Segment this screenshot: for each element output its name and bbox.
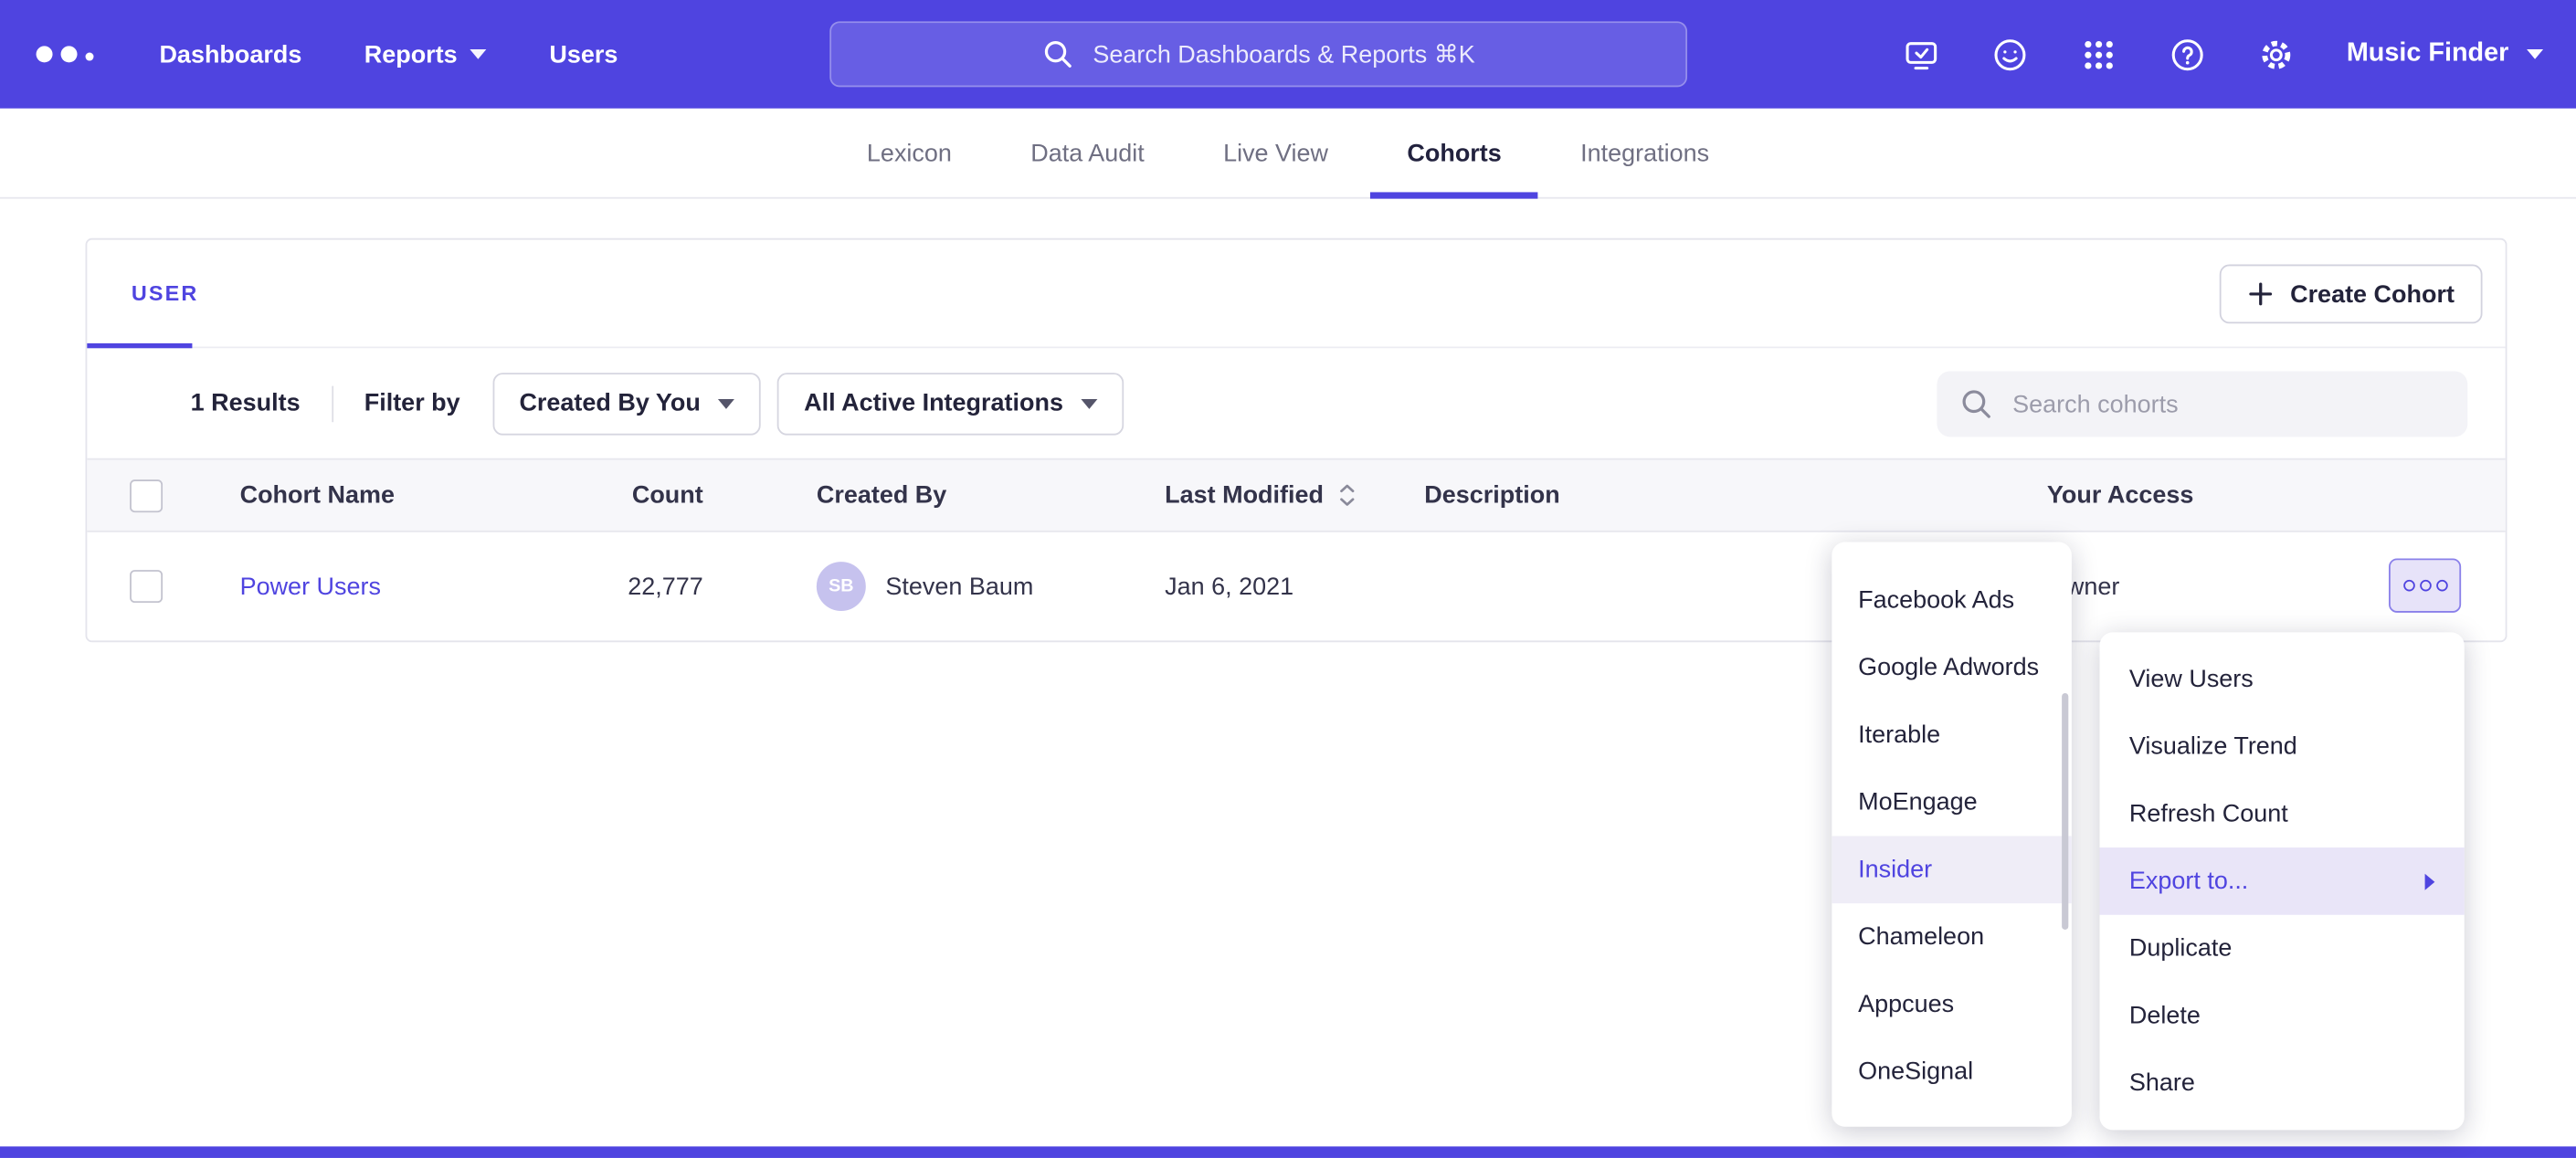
- tab-data-audit[interactable]: Data Audit: [1028, 109, 1148, 197]
- global-search-placeholder: Search Dashboards & Reports ⌘K: [1093, 39, 1474, 68]
- cohorts-card: USER Create Cohort 1 Results Filter by C…: [86, 238, 2507, 642]
- scrollbar-thumb[interactable]: [2062, 693, 2068, 930]
- mixpanel-logo[interactable]: [37, 46, 94, 62]
- divider: [332, 385, 333, 422]
- tab-label: Live View: [1223, 139, 1328, 167]
- settings-gear-icon[interactable]: [2258, 36, 2296, 73]
- avatar: SB: [817, 562, 866, 611]
- created-by-filter-label: Created By You: [519, 389, 700, 417]
- integrations-filter-dropdown[interactable]: All Active Integrations: [777, 372, 1124, 434]
- project-switcher[interactable]: Music Finder: [2347, 39, 2543, 68]
- logo-dot: [61, 46, 78, 62]
- menu-item-visualize-trend[interactable]: Visualize Trend: [2099, 713, 2464, 781]
- filter-by-label: Filter by: [364, 389, 460, 417]
- tab-label: Integrations: [1580, 139, 1709, 167]
- column-header-your-access: Your Access: [1960, 481, 2506, 510]
- cohort-table-row: Power Users 22,777 SB Steven Baum Jan 6,…: [87, 532, 2505, 641]
- card-header: USER Create Cohort: [87, 240, 2505, 349]
- chevron-down-icon: [719, 398, 735, 408]
- menu-item-appcues[interactable]: Appcues: [1832, 971, 2072, 1038]
- plus-icon: [2247, 281, 2274, 308]
- nav-reports[interactable]: Reports: [364, 40, 487, 68]
- ellipsis-icon: [2435, 580, 2447, 592]
- cohort-search: [1937, 371, 2467, 437]
- cohort-count: 22,777: [523, 573, 703, 601]
- creator-name: Steven Baum: [885, 573, 1033, 601]
- tab-integrations[interactable]: Integrations: [1578, 109, 1713, 197]
- cohort-name-link[interactable]: Power Users: [240, 573, 381, 601]
- menu-item-insider[interactable]: Insider: [1832, 836, 2072, 903]
- chevron-down-icon: [1082, 398, 1098, 408]
- filter-toolbar: 1 Results Filter by Created By You All A…: [87, 348, 2505, 458]
- top-navigation-bar: Dashboards Reports Users Search Dashboar…: [0, 0, 2576, 109]
- tab-label: Cohorts: [1407, 139, 1501, 167]
- tab-user[interactable]: USER: [132, 281, 199, 306]
- menu-item-export-to[interactable]: Export to...: [2099, 847, 2464, 915]
- nav-dashboards-label: Dashboards: [159, 40, 301, 68]
- table-header-row: Cohort Name Count Created By Last Modifi…: [87, 458, 2505, 532]
- cohort-actions-menu: View Users Visualize Trend Refresh Count…: [2099, 632, 2464, 1130]
- created-by-filter-dropdown[interactable]: Created By You: [493, 372, 762, 434]
- tab-label: Lexicon: [867, 139, 952, 167]
- select-all-checkbox[interactable]: [130, 479, 163, 511]
- tab-cohorts[interactable]: Cohorts: [1404, 109, 1505, 197]
- integrations-filter-label: All Active Integrations: [804, 389, 1063, 417]
- nav-users[interactable]: Users: [549, 40, 618, 68]
- cohort-search-input[interactable]: [1937, 371, 2467, 437]
- secondary-tab-bar: Lexicon Data Audit Live View Cohorts Int…: [0, 109, 2576, 199]
- export-destinations-menu: Braze Facebook Ads Google Adwords Iterab…: [1832, 542, 2072, 1127]
- primary-nav: Dashboards Reports Users: [159, 40, 618, 68]
- feedback-smiley-icon[interactable]: [1991, 36, 2029, 73]
- menu-item-moengage[interactable]: MoEngage: [1832, 769, 2072, 837]
- nav-dashboards[interactable]: Dashboards: [159, 40, 301, 68]
- export-to-label: Export to...: [2129, 868, 2248, 896]
- menu-item-iterable[interactable]: Iterable: [1832, 701, 2072, 769]
- project-name: Music Finder: [2347, 39, 2508, 68]
- menu-item-refresh-count[interactable]: Refresh Count: [2099, 780, 2464, 847]
- menu-item-duplicate[interactable]: Duplicate: [2099, 915, 2464, 983]
- search-icon: [1042, 37, 1075, 70]
- results-count: 1 Results: [191, 389, 301, 417]
- data-management-icon[interactable]: [1903, 36, 1940, 73]
- help-icon[interactable]: [2170, 36, 2207, 73]
- menu-item-braze[interactable]: Braze: [1832, 542, 2072, 567]
- bottom-bar: [0, 1146, 2576, 1158]
- sort-icon[interactable]: [1336, 483, 1357, 508]
- global-search-input[interactable]: Search Dashboards & Reports ⌘K: [829, 21, 1687, 87]
- nav-reports-label: Reports: [364, 40, 458, 68]
- app-window: Dashboards Reports Users Search Dashboar…: [0, 0, 2576, 1158]
- apps-grid-icon[interactable]: [2080, 36, 2117, 73]
- export-destinations-list: Braze Facebook Ads Google Adwords Iterab…: [1832, 542, 2072, 1119]
- nav-users-label: Users: [549, 40, 618, 68]
- search-icon: [1958, 386, 1995, 423]
- column-header-created-by: Created By: [703, 481, 1139, 510]
- menu-item-share[interactable]: Share: [2099, 1049, 2464, 1117]
- menu-item-chameleon[interactable]: Chameleon: [1832, 903, 2072, 971]
- tab-lexicon[interactable]: Lexicon: [863, 109, 955, 197]
- column-header-last-modified: Last Modified: [1165, 481, 1324, 510]
- row-checkbox[interactable]: [130, 570, 163, 603]
- ellipsis-icon: [2402, 580, 2414, 592]
- column-header-count: Count: [523, 481, 703, 510]
- chevron-down-icon: [470, 49, 487, 59]
- ellipsis-icon: [2419, 580, 2431, 592]
- menu-item-onesignal[interactable]: OneSignal: [1832, 1038, 2072, 1106]
- logo-dot: [37, 46, 53, 62]
- menu-item-delete[interactable]: Delete: [2099, 983, 2464, 1050]
- last-modified-value: Jan 6, 2021: [1165, 573, 1293, 601]
- chevron-down-icon: [2527, 49, 2543, 59]
- column-header-cohort-name: Cohort Name: [195, 481, 523, 510]
- tab-label: Data Audit: [1030, 139, 1144, 167]
- create-cohort-label: Create Cohort: [2290, 280, 2455, 309]
- tab-live-view[interactable]: Live View: [1219, 109, 1331, 197]
- column-header-description: Description: [1401, 481, 1959, 510]
- menu-item-view-users[interactable]: View Users: [2099, 646, 2464, 713]
- submenu-arrow-icon: [2425, 873, 2435, 890]
- create-cohort-button[interactable]: Create Cohort: [2220, 265, 2483, 324]
- logo-dot: [86, 53, 94, 61]
- menu-item-google-adwords[interactable]: Google Adwords: [1832, 634, 2072, 701]
- menu-item-facebook-ads[interactable]: Facebook Ads: [1832, 566, 2072, 634]
- topbar-right-actions: Music Finder: [1903, 0, 2543, 109]
- row-actions-button[interactable]: [2389, 558, 2461, 612]
